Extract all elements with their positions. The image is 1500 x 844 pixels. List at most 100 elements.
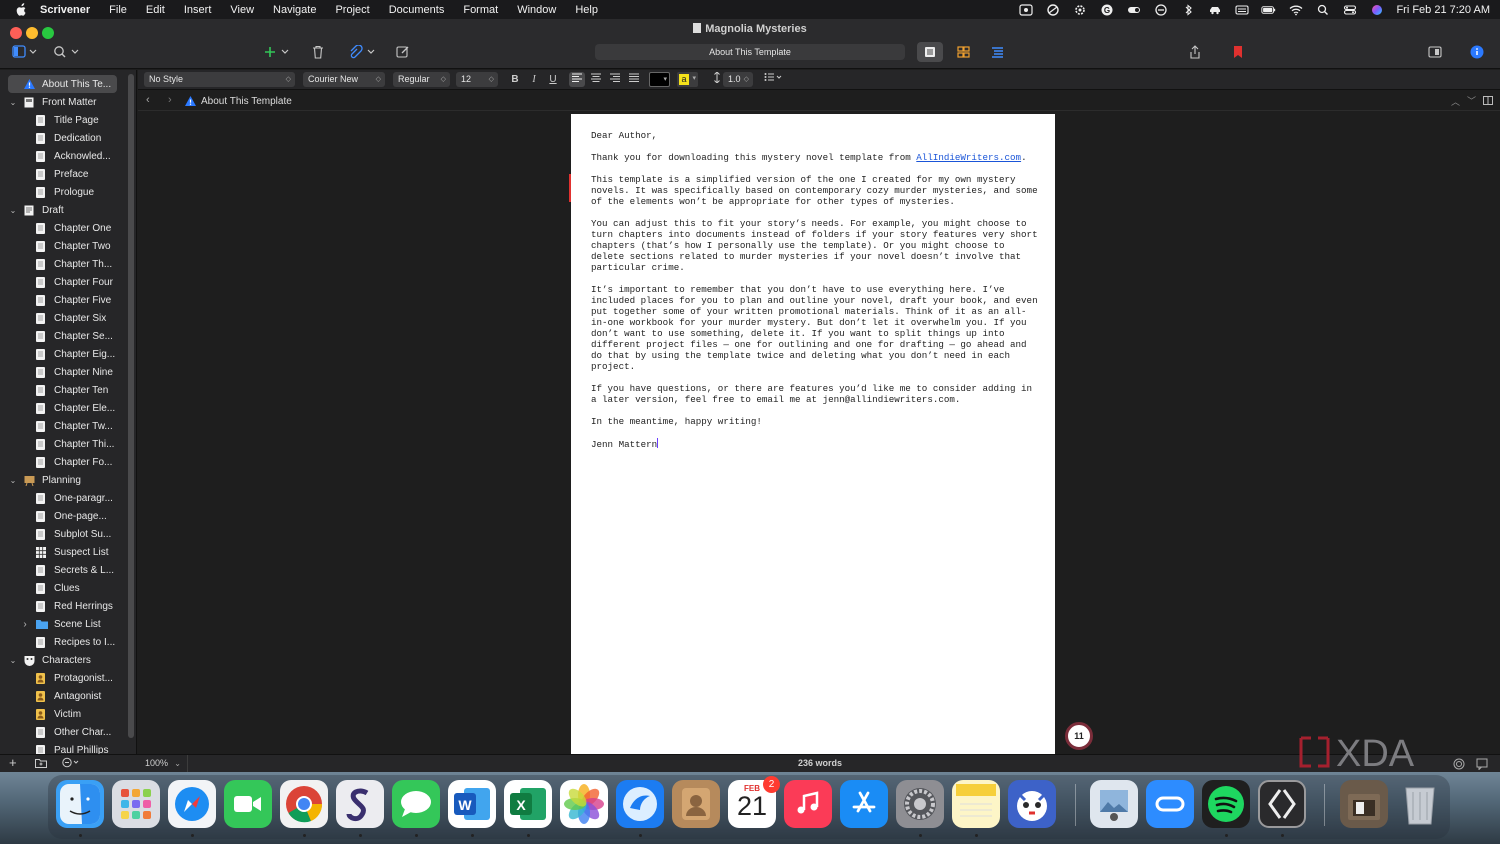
spotify-icon[interactable]	[1202, 780, 1250, 828]
notes-icon[interactable]	[952, 780, 1000, 828]
binder-item[interactable]: One-paragr...	[8, 489, 120, 507]
preview-icon[interactable]	[1090, 780, 1138, 828]
document-page[interactable]: Dear Author, Thank you for downloading th…	[571, 114, 1055, 754]
binder-item[interactable]: ⌄ Planning	[8, 471, 120, 489]
menu-help[interactable]: Help	[575, 4, 598, 16]
font-size-select[interactable]: 12 ◇	[456, 72, 498, 87]
binder-item[interactable]: Antagonist	[8, 687, 120, 705]
history-back-button[interactable]: ‹	[146, 95, 156, 106]
notification-badge[interactable]: 11	[1065, 722, 1093, 750]
binder-item[interactable]: Preface	[8, 165, 120, 183]
system-settings-icon[interactable]	[896, 780, 944, 828]
search-button[interactable]	[52, 42, 82, 62]
app-store-icon[interactable]	[840, 780, 888, 828]
binder-item[interactable]: Chapter Thi...	[8, 435, 120, 453]
chevron-down-icon[interactable]: ⌄	[8, 656, 18, 665]
menu-view[interactable]: View	[230, 4, 254, 16]
binder-item[interactable]: Chapter Two	[8, 237, 120, 255]
binder-item[interactable]: One-page...	[8, 507, 120, 525]
menu-edit[interactable]: Edit	[146, 4, 165, 16]
binder-item[interactable]: Chapter Six	[8, 309, 120, 327]
outliner-view-button[interactable]	[984, 42, 1010, 62]
spotlight-search-icon[interactable]	[1315, 4, 1330, 16]
binder-item[interactable]: Chapter Fo...	[8, 453, 120, 471]
share-button[interactable]	[1185, 42, 1205, 62]
binder-item[interactable]: › Scene List	[8, 615, 120, 633]
font-family-select[interactable]: Courier New ◇	[303, 72, 385, 87]
binder-item[interactable]: Chapter Five	[8, 291, 120, 309]
next-document-button[interactable]: ﹀	[1467, 94, 1476, 107]
corkboard-view-button[interactable]	[950, 42, 976, 62]
safari-icon[interactable]	[168, 780, 216, 828]
document-title-field[interactable]: About This Template	[595, 44, 905, 60]
bitwarden-icon[interactable]	[1008, 780, 1056, 828]
binder-item[interactable]: Recipes to I...	[8, 633, 120, 651]
line-spacing-select[interactable]: 1.0 ◇	[723, 72, 753, 87]
toggle-status-icon[interactable]	[1126, 4, 1141, 16]
calendar-icon[interactable]: FEB 21 2	[728, 776, 780, 828]
target-icon[interactable]	[1453, 758, 1465, 772]
scrivenings-view-button[interactable]	[917, 42, 943, 62]
compose-button[interactable]	[393, 42, 413, 62]
add-document-button[interactable]	[262, 42, 292, 62]
screen-share-icon[interactable]	[1018, 3, 1033, 16]
list-format-button[interactable]	[762, 72, 786, 87]
zoom-icon[interactable]	[1146, 780, 1194, 828]
document-text[interactable]: Dear Author, Thank you for downloading th…	[591, 130, 1039, 461]
gear-status-icon[interactable]	[1072, 4, 1087, 16]
launchpad-icon[interactable]	[112, 780, 160, 828]
editor-header-title[interactable]: About This Template	[201, 96, 292, 107]
trash-icon[interactable]	[1396, 780, 1444, 828]
binder-item[interactable]: Secrets & L...	[8, 561, 120, 579]
chevron-down-icon[interactable]: ⌄	[8, 476, 18, 485]
menu-navigate[interactable]: Navigate	[273, 4, 316, 16]
binder-scrollbar[interactable]	[128, 74, 134, 738]
binder-item[interactable]: Dedication	[8, 129, 120, 147]
binder-item[interactable]: Red Herrings	[8, 597, 120, 615]
binder-item[interactable]: Title Page	[8, 111, 120, 129]
menu-window[interactable]: Window	[517, 4, 556, 16]
binder-item[interactable]: About This Te...	[8, 75, 117, 93]
binder-item[interactable]: Chapter One	[8, 219, 120, 237]
menu-documents[interactable]: Documents	[389, 4, 445, 16]
vpn-icon[interactable]	[1153, 3, 1168, 16]
photos-icon[interactable]	[560, 780, 608, 828]
menu-insert[interactable]: Insert	[184, 4, 212, 16]
apple-menu-icon[interactable]	[14, 2, 28, 17]
keyboard-icon[interactable]	[1234, 4, 1249, 16]
downloads-icon[interactable]	[1340, 780, 1388, 828]
inspector-button[interactable]	[1467, 42, 1487, 62]
menu-project[interactable]: Project	[335, 4, 369, 16]
excel-icon[interactable]: X	[504, 780, 552, 828]
messages-icon[interactable]	[392, 780, 440, 828]
finder-icon[interactable]	[56, 780, 104, 828]
xda-app-icon[interactable]	[1258, 780, 1306, 828]
binder-item[interactable]: Chapter Tw...	[8, 417, 120, 435]
binder-item[interactable]: Chapter Se...	[8, 327, 120, 345]
bold-button[interactable]: B	[507, 72, 523, 87]
scrivener-icon[interactable]	[336, 780, 384, 828]
binder-item[interactable]: Protagonist...	[8, 669, 120, 687]
previous-document-button[interactable]: ︿	[1451, 95, 1460, 108]
text-color-picker[interactable]: ▾	[649, 72, 670, 87]
split-editor-button[interactable]	[1483, 96, 1493, 108]
binder-item[interactable]: Prologue	[8, 183, 120, 201]
history-forward-button[interactable]: ›	[168, 95, 178, 106]
align-left-button[interactable]	[569, 72, 585, 87]
bookmark-button[interactable]	[1228, 42, 1248, 62]
binder-item[interactable]: Chapter Four	[8, 273, 120, 291]
binder-item[interactable]: Chapter Ten	[8, 381, 120, 399]
binder-item[interactable]: ⌄ Front Matter	[8, 93, 120, 111]
chevron-right-icon[interactable]: ›	[20, 619, 30, 630]
font-weight-select[interactable]: Regular ◇	[393, 72, 450, 87]
menu-file[interactable]: File	[109, 4, 127, 16]
menu-clock[interactable]: Fri Feb 21 7:20 AM	[1396, 4, 1490, 16]
binder-toggle-button[interactable]	[10, 42, 40, 62]
bluetooth-icon[interactable]	[1180, 3, 1195, 16]
italic-button[interactable]: I	[526, 72, 542, 87]
website-link[interactable]: AllIndieWriters.com	[916, 152, 1021, 163]
paragraph-style-select[interactable]: No Style ◇	[144, 72, 295, 87]
binder-item[interactable]: Chapter Th...	[8, 255, 120, 273]
comment-icon[interactable]	[1476, 758, 1488, 772]
binder-item[interactable]: Chapter Nine	[8, 363, 120, 381]
